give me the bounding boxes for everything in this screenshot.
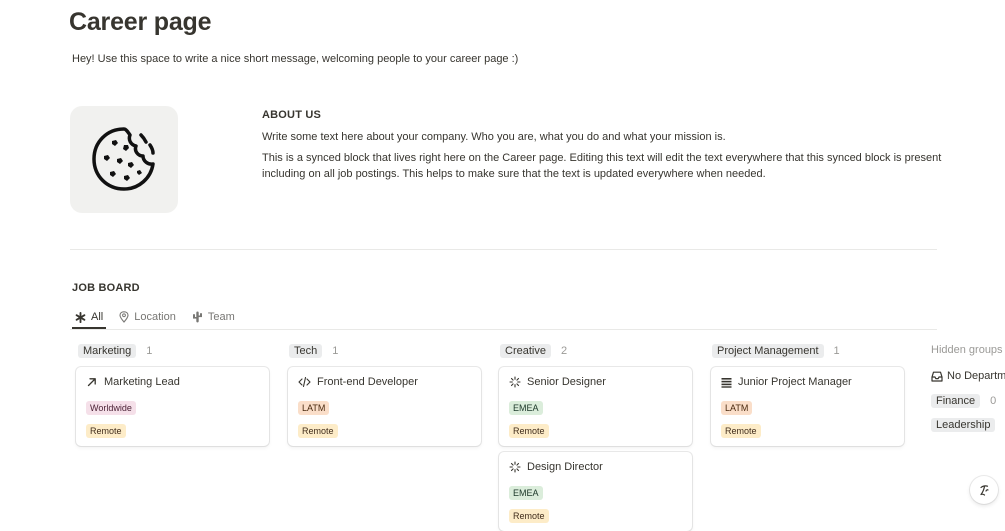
- about-paragraph-1: Write some text here about your company.…: [262, 131, 726, 143]
- group-marketing[interactable]: Marketing 1: [78, 343, 152, 358]
- about-heading: ABOUT US: [262, 109, 322, 121]
- map-pin-icon: [119, 311, 129, 323]
- work-type-tag: Remote: [86, 424, 126, 438]
- job-card-junior-project-manager[interactable]: Junior Project Manager LATM Remote: [711, 367, 904, 446]
- group-count: 1: [332, 344, 339, 357]
- view-tabs: All Location Team: [72, 306, 248, 329]
- group-count: 1: [146, 344, 153, 357]
- section-divider: [70, 249, 937, 250]
- about-paragraph-2: This is a synced block that lives right …: [262, 152, 942, 180]
- group-name: No Departm: [947, 370, 1005, 382]
- group-name: Tech: [289, 343, 323, 358]
- work-type-tag: Remote: [509, 424, 549, 438]
- tabs-underline: [70, 329, 937, 330]
- group-count: 0: [990, 395, 997, 407]
- cactus-icon: [192, 311, 202, 323]
- job-board-heading: JOB BOARD: [72, 282, 140, 294]
- location-tag: Worldwide: [86, 401, 136, 415]
- work-type-tag: Remote: [509, 509, 549, 523]
- loading-icon: [509, 376, 521, 388]
- hidden-group-finance[interactable]: Finance 0: [931, 394, 996, 408]
- code-icon: [298, 376, 311, 388]
- loading-icon: [509, 461, 521, 473]
- group-tech[interactable]: Tech 1: [289, 343, 338, 358]
- job-card-design-director[interactable]: Design Director EMEA Remote: [499, 452, 692, 531]
- tab-all-label: All: [91, 311, 104, 323]
- group-count: 1: [833, 344, 840, 357]
- job-card-senior-designer[interactable]: Senior Designer EMEA Remote: [499, 367, 692, 446]
- group-count: 2: [560, 344, 568, 357]
- hidden-groups-label: Hidden groups: [931, 344, 1003, 356]
- hidden-group-leadership[interactable]: Leadership: [931, 418, 996, 432]
- location-tag: EMEA: [509, 486, 543, 500]
- group-name: Marketing: [78, 343, 137, 358]
- page-title: Career page: [69, 8, 212, 36]
- hidden-group-no-department[interactable]: No Departm: [931, 370, 1005, 382]
- location-tag: EMEA: [509, 401, 543, 415]
- cookie-icon: [92, 127, 155, 191]
- tab-team[interactable]: Team: [189, 307, 238, 328]
- group-name: Leadership: [931, 418, 996, 432]
- tab-location-label: Location: [134, 311, 176, 323]
- asterisk-icon: [75, 311, 86, 323]
- help-button[interactable]: [970, 476, 998, 504]
- notion-help-icon: [980, 485, 989, 496]
- work-type-tag: Remote: [721, 424, 761, 438]
- tab-team-label: Team: [207, 311, 235, 323]
- group-name: Creative: [500, 343, 551, 358]
- group-project-management[interactable]: Project Management 1: [712, 343, 840, 358]
- group-name: Finance: [931, 394, 981, 408]
- location-tag: LATM: [298, 401, 330, 415]
- company-logo: [70, 106, 178, 213]
- work-type-tag: Remote: [298, 424, 338, 438]
- list-icon: [721, 377, 732, 388]
- job-title: Design Director: [527, 461, 603, 473]
- job-card-front-end-developer[interactable]: Front-end Developer LATM Remote: [288, 367, 481, 446]
- job-title: Junior Project Manager: [738, 376, 852, 388]
- job-title: Senior Designer: [527, 376, 606, 388]
- arrow-up-right-icon: [87, 378, 96, 387]
- group-name: Project Management: [712, 343, 824, 358]
- job-card-marketing-lead[interactable]: Marketing Lead Worldwide Remote: [76, 367, 269, 446]
- inbox-icon: [931, 371, 943, 382]
- group-creative[interactable]: Creative 2: [500, 343, 567, 358]
- tab-all[interactable]: All: [72, 307, 107, 329]
- job-title: Front-end Developer: [317, 376, 418, 388]
- job-title: Marketing Lead: [104, 376, 180, 388]
- tab-location[interactable]: Location: [116, 307, 179, 328]
- location-tag: LATM: [721, 401, 753, 415]
- welcome-message: Hey! Use this space to write a nice shor…: [72, 53, 519, 65]
